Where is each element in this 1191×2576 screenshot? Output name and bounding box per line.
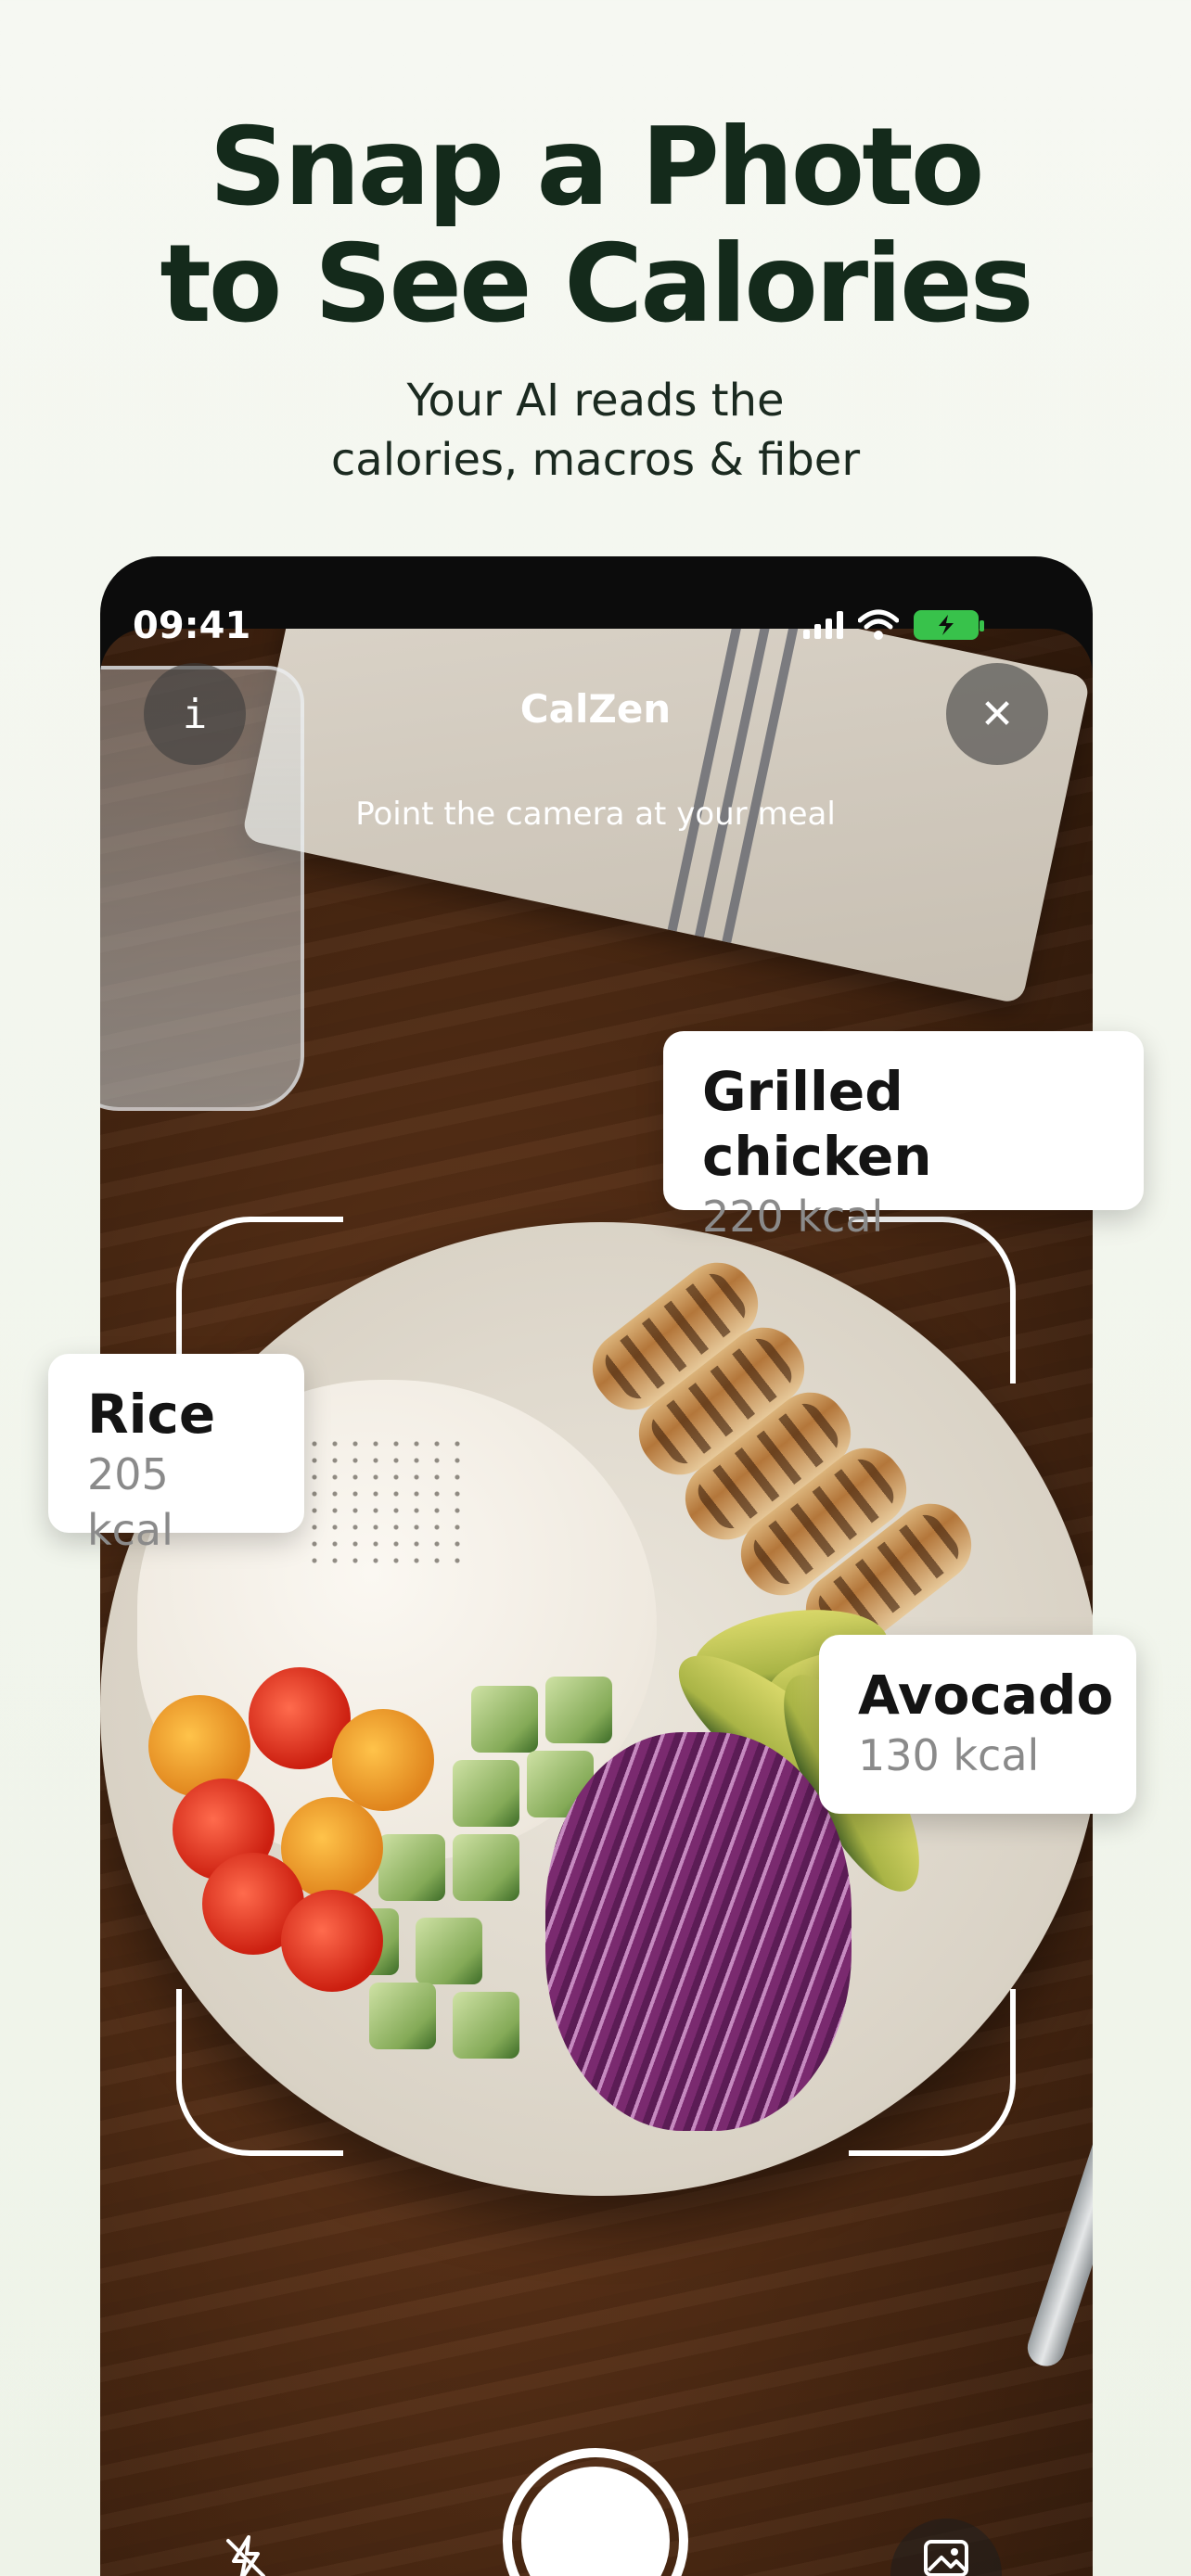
close-button[interactable]: ✕ (946, 663, 1048, 765)
shutter-inner (521, 2467, 670, 2576)
red-cabbage (545, 1732, 852, 2131)
food-calories: 205 kcal (87, 1449, 173, 1555)
rice-seasoning (304, 1435, 471, 1575)
wifi-icon (858, 609, 899, 640)
status-icons (803, 608, 984, 642)
detection-card-grilled-chicken[interactable]: Grilled chicken 220 kcal (663, 1031, 1144, 1242)
subline-line-1: Your AI reads the (406, 375, 785, 427)
headline-line-1: Snap a Photo (209, 105, 985, 230)
food-name: Avocado (858, 1664, 1114, 1727)
cucumber-cube (545, 1677, 612, 1743)
cucumber-cube (471, 1686, 538, 1753)
status-time: 09:41 (133, 605, 251, 647)
cucumber-cube (453, 1834, 519, 1901)
cellular-signal-icon (803, 611, 843, 639)
camera-viewfinder (100, 629, 1093, 2576)
food-calories: 220 kcal (702, 1192, 884, 1242)
headline-line-2: to See Calories (160, 222, 1033, 347)
subline-line-2: calories, macros & fiber (330, 434, 861, 486)
food-name: Rice (87, 1383, 216, 1446)
promo-subline: Your AI reads the calories, macros & fib… (0, 371, 1191, 490)
cherry-tomato (281, 1890, 383, 1992)
detection-card-avocado[interactable]: Avocado 130 kcal (819, 1635, 1136, 1814)
flash-off-icon (226, 2535, 265, 2576)
scan-frame-corner-bottom-right (849, 1989, 1016, 2156)
promo-headline: Snap a Photo to See Calories (0, 109, 1191, 343)
gallery-icon (924, 2540, 968, 2576)
camera-hint: Point the camera at your meal (355, 796, 836, 833)
close-icon: ✕ (980, 690, 1015, 738)
battery-charging-icon (914, 610, 984, 640)
cucumber-cube (453, 1992, 519, 2059)
cucumber-cube (378, 1834, 445, 1901)
scan-frame-corner-bottom-left (176, 1989, 343, 2156)
food-calories: 130 kcal (858, 1730, 1040, 1780)
detection-card-rice[interactable]: Rice 205 kcal (48, 1354, 304, 1555)
food-name: Grilled chicken (702, 1060, 932, 1188)
cucumber-cube (416, 1918, 482, 1984)
cucumber-cube (369, 1983, 436, 2049)
cherry-tomato (332, 1709, 434, 1811)
cucumber-cube (453, 1760, 519, 1827)
phone-mockup (100, 556, 1093, 2576)
